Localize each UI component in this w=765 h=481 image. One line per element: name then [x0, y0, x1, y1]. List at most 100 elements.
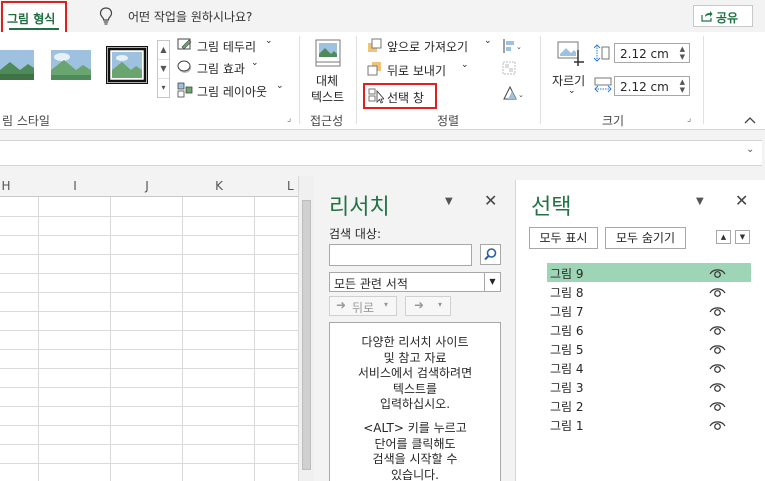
spin-down-icon[interactable]: ▼	[680, 53, 685, 61]
alt-text-label-line2[interactable]: 텍스트	[311, 88, 344, 105]
selection-item-picture-1[interactable]: 그림 1	[547, 415, 751, 434]
spin-down-icon[interactable]: ▼	[680, 86, 685, 94]
research-pane-options-icon[interactable]: ▼	[445, 196, 453, 207]
crop-dropdown-icon[interactable]: ⌄	[568, 86, 576, 96]
send-backward-arrow-icon[interactable]: ▼	[735, 230, 750, 244]
picture-effects-dropdown-icon[interactable]: ⌄	[251, 58, 259, 68]
selection-item-picture-6[interactable]: 그림 6	[547, 320, 751, 339]
scrollbar-thumb[interactable]	[302, 200, 311, 470]
bring-forward-icon	[368, 38, 382, 52]
picture-styles-dialog-launcher-icon[interactable]: ⌟	[287, 114, 291, 124]
bring-forward-dropdown-icon[interactable]: ⌄	[484, 36, 492, 46]
back-arrow-icon: ➜	[336, 298, 347, 312]
group-separator	[299, 36, 300, 124]
grid-row-line	[0, 273, 298, 274]
picture-layout-dropdown-icon[interactable]: ⌄	[276, 81, 284, 91]
gallery-more-icon[interactable]: ▾	[158, 79, 169, 98]
eye-icon[interactable]	[709, 343, 726, 355]
group-objects-icon[interactable]	[502, 61, 522, 77]
column-header-k[interactable]: K	[183, 179, 255, 193]
align-icon[interactable]: ⌄	[502, 38, 522, 54]
svg-text:⌄: ⌄	[518, 91, 524, 99]
research-forward-button[interactable]: ➜ ▾	[405, 296, 451, 316]
selection-item-label: 그림 6	[550, 324, 584, 338]
bring-forward-button[interactable]: 앞으로 가져오기	[387, 38, 468, 55]
back-dropdown-icon: ▾	[384, 300, 389, 309]
tell-me-search[interactable]: 어떤 작업을 원하시나요?	[128, 8, 252, 25]
eye-icon[interactable]	[709, 362, 726, 374]
chevron-down-icon[interactable]: ▼	[484, 273, 500, 291]
picture-style-thumbnail-1[interactable]	[0, 48, 38, 82]
expand-formula-bar-icon[interactable]: ⌄	[746, 144, 754, 155]
picture-styles-gallery-scroll[interactable]: ▲ ▼ ▾	[157, 40, 170, 98]
grid-row-line	[0, 406, 298, 407]
rotate-icon[interactable]: ⌄	[502, 85, 524, 101]
shape-height-input[interactable]: 2.12 cm ▲ ▼	[614, 43, 690, 63]
send-backward-button[interactable]: 뒤로 보내기	[387, 62, 446, 79]
research-back-label: 뒤로	[352, 301, 375, 315]
selection-item-picture-3[interactable]: 그림 3	[547, 377, 751, 396]
formula-input[interactable]	[0, 140, 762, 166]
research-info-line: 다양한 리서치 사이트	[361, 335, 469, 349]
research-info-line: 검색을 시작할 수	[372, 452, 458, 466]
selection-pane-close-icon[interactable]: ✕	[735, 191, 748, 210]
selection-item-picture-4[interactable]: 그림 4	[547, 358, 751, 377]
collapse-ribbon-icon[interactable]	[744, 116, 756, 124]
selection-item-picture-7[interactable]: 그림 7	[547, 301, 751, 320]
research-search-button[interactable]	[480, 244, 501, 265]
hide-all-button[interactable]: 모두 숨기기	[605, 227, 686, 249]
picture-border-dropdown-icon[interactable]: ⌄	[265, 36, 273, 46]
formula-bar: ⌄	[0, 130, 765, 176]
alt-text-icon[interactable]	[313, 38, 343, 68]
shape-width-input[interactable]: 2.12 cm ▲ ▼	[614, 76, 690, 96]
gallery-up-icon[interactable]: ▲	[158, 41, 169, 60]
research-info-line: 단어를 클릭해도	[374, 436, 456, 451]
eye-icon[interactable]	[709, 286, 726, 298]
grid-row-line	[0, 463, 298, 464]
shape-width-value: 2.12 cm	[620, 80, 669, 94]
column-header-j[interactable]: J	[111, 179, 183, 193]
research-search-input[interactable]	[329, 244, 472, 266]
arrange-group-label: 정렬	[437, 114, 460, 128]
worksheet-grid[interactable]: H I J K L	[0, 176, 314, 481]
share-button[interactable]: 공유	[693, 5, 753, 27]
selection-item-picture-8[interactable]: 그림 8	[547, 282, 751, 301]
selection-pane-options-icon[interactable]: ▼	[696, 196, 704, 207]
picture-style-thumbnail-2[interactable]	[50, 48, 92, 82]
selection-pane-button[interactable]: 선택 창	[363, 83, 437, 109]
research-back-button[interactable]: ➜ 뒤로 ▾	[329, 296, 397, 316]
bring-forward-arrow-icon[interactable]: ▲	[716, 230, 731, 244]
picture-border-button[interactable]: 그림 테두리	[197, 38, 256, 55]
gallery-down-icon[interactable]: ▼	[158, 60, 169, 79]
size-group-label: 크기	[602, 114, 625, 128]
lightbulb-icon	[99, 7, 113, 25]
eye-icon[interactable]	[709, 381, 726, 393]
picture-layout-icon	[177, 82, 193, 98]
picture-effects-button[interactable]: 그림 효과	[197, 60, 245, 77]
picture-style-thumbnail-3[interactable]	[106, 46, 148, 84]
vertical-scrollbar[interactable]	[298, 176, 314, 481]
size-dialog-launcher-icon[interactable]: ⌟	[687, 114, 691, 124]
spin-up-icon[interactable]: ▲	[680, 78, 685, 86]
show-all-button[interactable]: 모두 표시	[529, 227, 598, 249]
eye-icon[interactable]	[709, 324, 726, 336]
eye-icon[interactable]	[709, 267, 726, 279]
send-backward-dropdown-icon[interactable]: ⌄	[461, 60, 469, 70]
selection-item-picture-5[interactable]: 그림 5	[547, 339, 751, 358]
column-header-i[interactable]: I	[39, 179, 111, 193]
selection-pane-icon	[368, 88, 384, 104]
research-pane-close-icon[interactable]: ✕	[484, 191, 497, 210]
eye-icon[interactable]	[709, 305, 726, 317]
eye-icon[interactable]	[709, 419, 726, 431]
crop-icon[interactable]	[556, 40, 586, 66]
research-info-line: <ALT> 키를 누르고	[363, 421, 467, 435]
column-header-h[interactable]: H	[0, 179, 12, 193]
selection-item-picture-9[interactable]: 그림 9	[547, 263, 751, 282]
research-source-select[interactable]: 모든 관련 서적 ▼	[329, 272, 501, 292]
picture-layout-button[interactable]: 그림 레이아웃	[197, 83, 267, 100]
eye-icon[interactable]	[709, 400, 726, 412]
svg-text:⌄: ⌄	[516, 43, 522, 51]
selection-item-picture-2[interactable]: 그림 2	[547, 396, 751, 415]
spin-up-icon[interactable]: ▲	[680, 45, 685, 53]
alt-text-label-line1[interactable]: 대체	[316, 72, 338, 89]
